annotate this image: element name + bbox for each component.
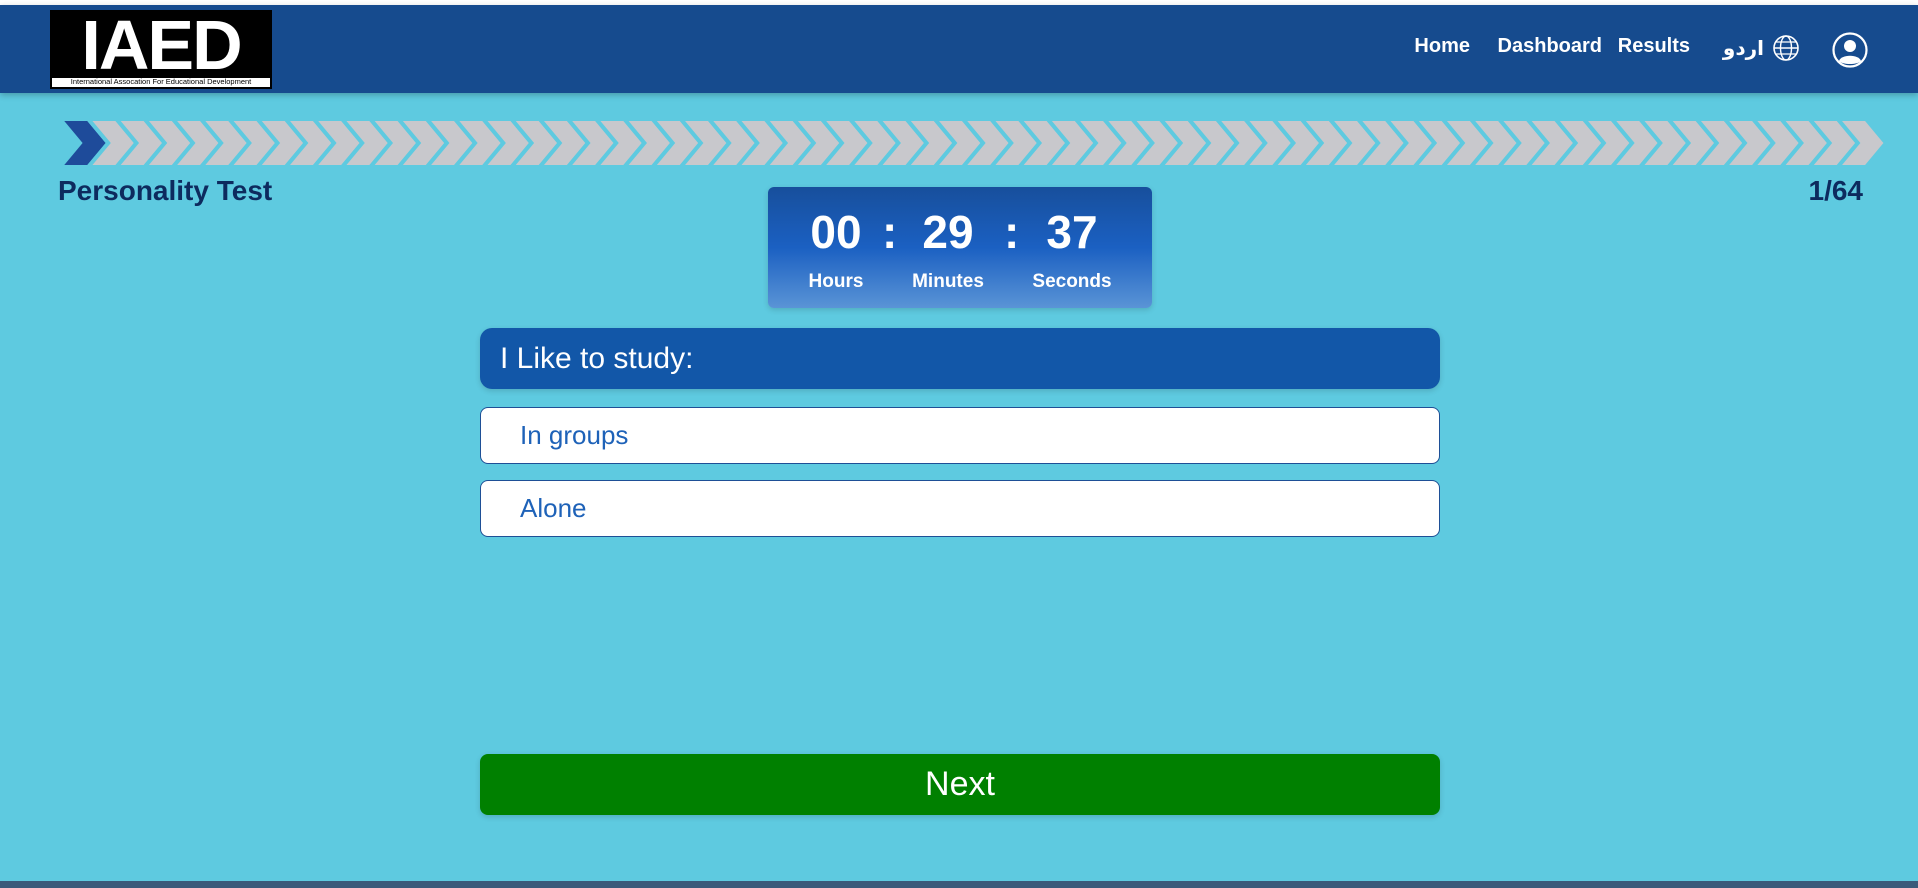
answer-option-in-groups[interactable]: In groups xyxy=(480,407,1440,464)
profile-button[interactable] xyxy=(1832,32,1868,73)
countdown-timer: 00 : 29 : 37 Hours Minutes Seconds xyxy=(768,187,1152,308)
timer-seconds-label: Seconds xyxy=(1032,271,1112,292)
iaed-logo[interactable]: IAED International Assocation For Educat… xyxy=(50,10,272,89)
timer-hours: 00 xyxy=(810,206,862,258)
logo-subtitle: International Assocation For Educational… xyxy=(70,77,252,86)
question-counter: 1/64 xyxy=(1808,175,1864,206)
answer-option-alone[interactable]: Alone xyxy=(480,480,1440,537)
timer-separator: : xyxy=(1004,206,1020,258)
timer-seconds: 37 xyxy=(1046,206,1098,258)
question-progress-bar xyxy=(60,119,1886,167)
globe-icon xyxy=(1773,35,1799,61)
timer-hours-label: Hours xyxy=(808,271,864,292)
next-button[interactable]: Next xyxy=(480,754,1440,815)
logo-letters: IAED xyxy=(52,10,270,84)
navbar: IAED International Assocation For Educat… xyxy=(0,5,1918,93)
nav-results-link[interactable]: Results xyxy=(1618,35,1690,58)
user-circle-icon xyxy=(1832,32,1868,68)
nav-dashboard-link[interactable]: Dashboard xyxy=(1498,35,1602,58)
question-text: I Like to study: xyxy=(480,328,1440,389)
logo-text: IAED xyxy=(81,10,242,84)
test-title: Personality Test xyxy=(58,175,273,206)
timer-minutes: 29 xyxy=(922,206,974,258)
language-label: اردو xyxy=(1722,37,1764,60)
nav-home-link[interactable]: Home xyxy=(1414,35,1470,58)
timer-separator: : xyxy=(882,206,898,258)
timer-minutes-label: Minutes xyxy=(912,271,984,292)
language-switcher[interactable]: اردو xyxy=(1723,34,1800,62)
bottom-strip xyxy=(0,881,1918,888)
